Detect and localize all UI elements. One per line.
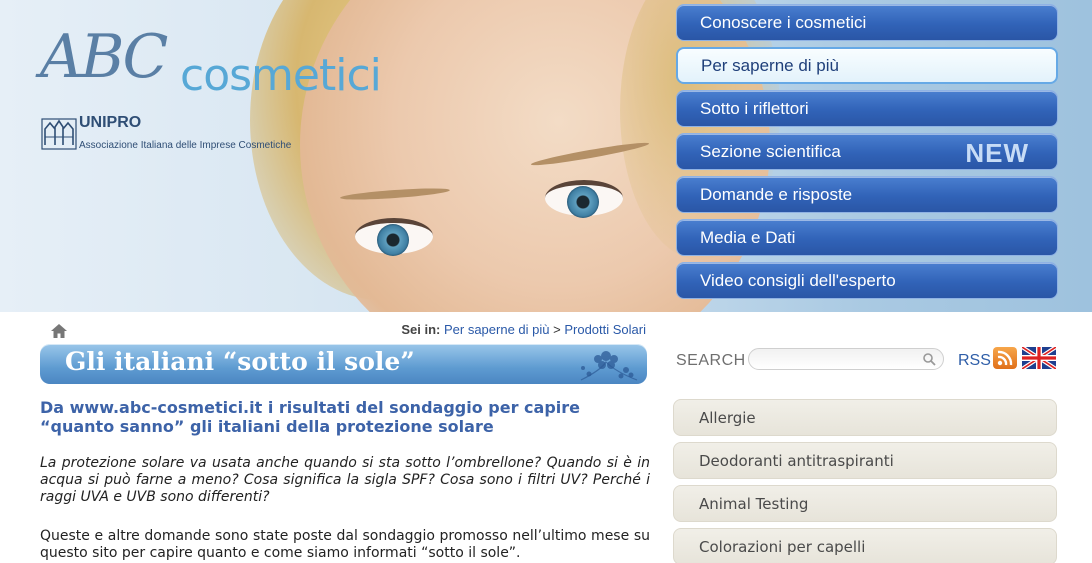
side-menu-item-allergie[interactable]: Allergie bbox=[673, 399, 1057, 436]
banner-eye-left bbox=[355, 218, 433, 256]
rss-icon[interactable] bbox=[993, 347, 1017, 369]
unipro-emblem-icon bbox=[41, 118, 77, 150]
nav-per-saperne-di-piu[interactable]: Per saperne di più bbox=[676, 47, 1058, 84]
page-title-bar: Gli italiani “sotto il sole” bbox=[40, 344, 647, 384]
search-icon[interactable] bbox=[922, 352, 936, 366]
side-menu-label: Allergie bbox=[699, 409, 756, 427]
article-heading: Da www.abc-cosmetici.it i risultati del … bbox=[40, 398, 580, 436]
logo-cosmetici-text: cosmetici bbox=[180, 50, 382, 101]
side-menu-item-deodoranti[interactable]: Deodoranti antitraspiranti bbox=[673, 442, 1057, 479]
nav-label: Conoscere i cosmetici bbox=[700, 13, 867, 32]
nav-label: Per saperne di più bbox=[701, 56, 839, 75]
side-menu-label: Animal Testing bbox=[699, 495, 809, 513]
rss-link[interactable]: RSS bbox=[958, 352, 991, 370]
breadcrumb-link-per-saperne[interactable]: Per saperne di più bbox=[444, 322, 550, 337]
home-icon[interactable] bbox=[50, 322, 68, 340]
search-input[interactable] bbox=[748, 348, 944, 370]
unipro-tagline: Associazione Italiana delle Imprese Cosm… bbox=[79, 140, 292, 151]
unipro-name: UNIPRO bbox=[79, 114, 142, 131]
banner-eye-right bbox=[545, 180, 623, 218]
nav-sotto-i-riflettori[interactable]: Sotto i riflettori bbox=[676, 90, 1058, 127]
side-menu-item-colorazioni[interactable]: Colorazioni per capelli bbox=[673, 528, 1057, 563]
search-label: SEARCH bbox=[676, 352, 746, 369]
nav-conoscere-i-cosmetici[interactable]: Conoscere i cosmetici bbox=[676, 4, 1058, 41]
nav-label: Domande e risposte bbox=[700, 185, 853, 204]
page-title: Gli italiani “sotto il sole” bbox=[65, 347, 415, 376]
uk-flag-icon[interactable] bbox=[1022, 347, 1056, 369]
breadcrumb-separator: > bbox=[553, 322, 561, 337]
breadcrumb-link-prodotti-solari[interactable]: Prodotti Solari bbox=[564, 322, 646, 337]
article-intro: La protezione solare va usata anche quan… bbox=[40, 455, 650, 505]
nav-label: Sotto i riflettori bbox=[700, 99, 809, 118]
floral-ornament-icon bbox=[580, 351, 638, 381]
side-menu-label: Deodoranti antitraspiranti bbox=[699, 452, 894, 470]
article-body: Queste e altre domande sono state poste … bbox=[40, 528, 650, 561]
side-menu-item-animal-testing[interactable]: Animal Testing bbox=[673, 485, 1057, 522]
side-menu-label: Colorazioni per capelli bbox=[699, 538, 866, 556]
nav-domande-e-risposte[interactable]: Domande e risposte bbox=[676, 176, 1058, 213]
side-menu: Allergie Deodoranti antitraspiranti Anim… bbox=[673, 399, 1057, 563]
breadcrumb: Sei in: Per saperne di più > Prodotti So… bbox=[401, 322, 646, 337]
nav-label: Video consigli dell'esperto bbox=[700, 271, 896, 290]
new-badge: NEW bbox=[965, 138, 1029, 168]
nav-sezione-scientifica[interactable]: Sezione scientifica NEW bbox=[676, 133, 1058, 170]
top-navigation: Conoscere i cosmetici Per saperne di più… bbox=[676, 4, 1058, 305]
nav-label: Sezione scientifica bbox=[700, 142, 841, 161]
nav-label: Media e Dati bbox=[700, 228, 796, 247]
nav-media-e-dati[interactable]: Media e Dati bbox=[676, 219, 1058, 256]
logo-abc-text: ABC bbox=[40, 22, 168, 92]
nav-video-consigli[interactable]: Video consigli dell'esperto bbox=[676, 262, 1058, 299]
header-banner: ABC cosmetici UNIPRO Associazione Italia… bbox=[0, 0, 1092, 312]
breadcrumb-prefix: Sei in: bbox=[401, 322, 441, 337]
